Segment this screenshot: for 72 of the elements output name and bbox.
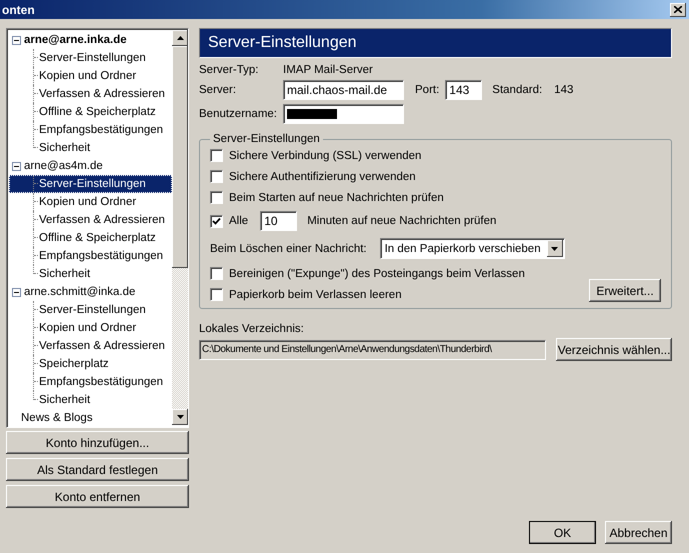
server-type-value: IMAP Mail-Server — [283, 64, 374, 76]
tree-item[interactable]: Speicherplatz — [9, 355, 172, 373]
dropdown-arrow-icon — [551, 246, 558, 250]
tree-item[interactable]: Empfangsbestätigungen — [9, 247, 172, 265]
collapse-icon[interactable] — [12, 288, 21, 296]
field-label: Lokales Verzeichnis: — [199, 323, 305, 335]
panel-header: Server-Einstellungen — [199, 28, 672, 58]
tree-item[interactable]: Sicherheit — [9, 139, 172, 157]
group-title: Server-Einstellungen — [212, 133, 321, 145]
tree-item[interactable]: Sicherheit — [9, 265, 172, 283]
port-field[interactable]: 143 — [445, 80, 482, 100]
collapse-icon[interactable] — [12, 36, 21, 44]
directory-field: C:\Dokumente und Einstellungen\Arne\Anwendungsdaten\Thunderbird\ — [199, 340, 546, 360]
checkbox[interactable] — [210, 149, 223, 162]
tree-item[interactable]: arne@as4m.de — [9, 157, 172, 175]
advanced-button[interactable]: Erweitert... — [589, 279, 661, 302]
choose-directory-button[interactable]: Verzeichnis wählen... — [556, 338, 672, 361]
dialog-button[interactable]: Abbrechen — [605, 521, 672, 544]
tree-item[interactable]: Empfangsbestätigungen — [9, 373, 172, 391]
field-label: Standard: — [492, 84, 542, 96]
account-button[interactable]: Konto hinzufügen... — [6, 431, 189, 454]
checkbox-label: Beim Starten auf neue Nachrichten prüfen — [229, 192, 444, 204]
close-button[interactable] — [670, 2, 686, 16]
username-field[interactable] — [283, 104, 404, 124]
tree-item[interactable]: Verfassen & Adressieren — [9, 337, 172, 355]
close-icon — [674, 6, 682, 13]
tree-item[interactable]: arne.schmitt@inka.de — [9, 283, 172, 301]
standard-port-value: 143 — [554, 84, 574, 96]
tree-item[interactable]: Kopien und Ordner — [9, 67, 172, 85]
checkbox[interactable] — [210, 191, 223, 204]
field-label: Server: — [199, 84, 238, 96]
field-label: Server-Typ: — [199, 64, 260, 76]
tree-item[interactable]: Offline & Speicherplatz — [9, 103, 172, 121]
collapse-icon[interactable] — [12, 162, 21, 170]
checkbox[interactable] — [210, 170, 223, 183]
checkbox-label: Papierkorb beim Verlassen leeren — [229, 288, 402, 300]
tree-item[interactable]: Verfassen & Adressieren — [9, 211, 172, 229]
check-icon — [212, 216, 221, 226]
tree-item[interactable]: Server-Einstellungen — [9, 301, 172, 319]
tree-item[interactable]: arne@arne.inka.de — [9, 31, 172, 49]
up-arrow-icon — [176, 36, 184, 40]
scrollbar-thumb[interactable] — [172, 46, 188, 268]
field-label: Beim Löschen einer Nachricht: — [210, 242, 367, 254]
tree-item[interactable]: Empfangsbestätigungen — [9, 121, 172, 139]
tree-item[interactable]: Server-Einstellungen — [9, 49, 172, 67]
scroll-down-button[interactable] — [172, 409, 188, 425]
tree-item[interactable]: Verfassen & Adressieren — [9, 85, 172, 103]
tree-item[interactable]: Server-Einstellungen — [9, 175, 172, 193]
dialog-button[interactable]: OK — [529, 521, 596, 544]
checkbox[interactable] — [210, 288, 223, 301]
tree-item[interactable]: Kopien und Ordner — [9, 319, 172, 337]
tree-item[interactable]: Offline & Speicherplatz — [9, 229, 172, 247]
tree-item[interactable]: News & Blogs — [9, 409, 172, 425]
account-button[interactable]: Konto entfernen — [6, 485, 189, 508]
field-label: Benutzername: — [199, 108, 278, 120]
tree-item[interactable]: Sicherheit — [9, 391, 172, 409]
checkbox-label: Bereinigen ("Expunge") des Posteingangs beim Verlassen — [229, 268, 525, 280]
down-arrow-icon — [176, 415, 184, 419]
checkbox-label: Sichere Verbindung (SSL) verwenden — [229, 150, 422, 162]
checkbox-label: Sichere Authentifizierung verwenden — [229, 170, 416, 182]
checkbox[interactable] — [210, 267, 223, 280]
checkbox[interactable] — [210, 214, 223, 228]
dropdown[interactable]: In den Papierkorb verschieben — [380, 238, 565, 259]
field-label: Port: — [415, 84, 440, 96]
minutes-field[interactable]: 10 — [260, 211, 298, 231]
scroll-up-button[interactable] — [172, 30, 188, 46]
checkbox-label: Alle — [229, 215, 248, 227]
account-button[interactable]: Als Standard festlegen — [6, 458, 189, 481]
server-field[interactable]: mail.chaos-mail.de — [283, 80, 404, 100]
tree-item[interactable]: Kopien und Ordner — [9, 193, 172, 211]
field-label: Minuten auf neue Nachrichten prüfen — [307, 215, 496, 227]
window-title: onten — [1, 2, 35, 16]
